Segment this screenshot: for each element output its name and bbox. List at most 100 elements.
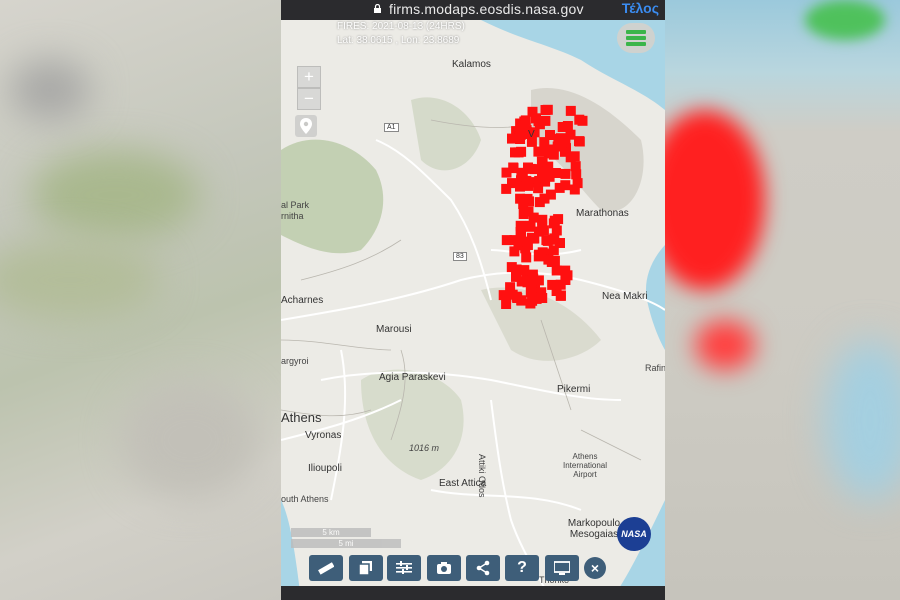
fire-detection-marker[interactable] — [509, 246, 520, 257]
fire-detection-marker[interactable] — [501, 299, 512, 309]
fire-detection-marker[interactable] — [540, 105, 551, 115]
camera-icon — [437, 562, 451, 574]
fire-detection-marker[interactable] — [536, 251, 547, 261]
fire-detection-marker[interactable] — [565, 152, 576, 163]
fire-detection-marker[interactable] — [507, 289, 518, 300]
place-label: rnitha — [281, 211, 304, 221]
fire-detection-marker[interactable] — [548, 245, 559, 256]
blur-blob — [120, 380, 260, 500]
layers-icon — [358, 561, 372, 576]
fire-detection-marker[interactable] — [540, 115, 551, 126]
close-toolbar-button[interactable]: × — [584, 557, 606, 579]
blur-blob — [805, 0, 885, 40]
blurred-background-left — [0, 0, 281, 600]
fire-detection-marker[interactable] — [570, 161, 581, 172]
location-pin-icon — [300, 118, 312, 134]
zoom-out-button[interactable]: − — [297, 88, 321, 110]
place-label: outh Athens — [281, 494, 329, 504]
fire-detection-marker[interactable] — [574, 136, 585, 147]
place-label: Vyronas — [305, 430, 342, 441]
fire-map[interactable]: FIRES: 2021-08-13 (24HRS) Lat: 38.0615 ,… — [281, 20, 665, 600]
blur-fire-blob — [695, 320, 755, 370]
fire-detections-layer — [498, 104, 588, 309]
fire-detection-marker[interactable] — [498, 290, 509, 301]
display-button[interactable] — [545, 555, 579, 581]
fire-detection-marker[interactable] — [548, 149, 559, 160]
place-label: Nea Makri — [602, 291, 648, 302]
fire-date-text: FIRES: 2021-08-13 (24HRS) — [337, 21, 465, 32]
place-label: Kalamos — [452, 59, 491, 70]
fire-detection-marker[interactable] — [569, 184, 580, 195]
layers-button[interactable] — [349, 555, 383, 581]
fire-detection-marker[interactable] — [527, 269, 538, 280]
fire-detection-marker[interactable] — [556, 138, 567, 149]
fire-detection-marker[interactable] — [522, 193, 533, 204]
fire-detection-marker[interactable] — [528, 212, 539, 223]
share-icon — [476, 560, 490, 576]
map-toolbar: ? × — [281, 555, 665, 583]
fire-detection-marker[interactable] — [526, 286, 536, 297]
blurred-background-right — [665, 0, 900, 600]
zoom-in-button[interactable]: + — [297, 66, 321, 88]
layers-toggle-icon — [626, 36, 646, 40]
blur-fire-blob — [665, 110, 765, 290]
fire-detection-marker[interactable] — [565, 105, 576, 116]
fire-detection-marker[interactable] — [507, 178, 517, 189]
fire-detection-marker[interactable] — [553, 214, 564, 225]
road-shield: 83 — [453, 252, 467, 261]
fire-detection-marker[interactable] — [515, 227, 526, 237]
display-icon — [554, 561, 570, 575]
fire-detection-marker[interactable] — [545, 189, 556, 200]
layers-toggle-button[interactable] — [617, 23, 655, 53]
fire-detection-marker[interactable] — [562, 121, 573, 131]
place-label: Pikermi — [557, 384, 591, 395]
fire-detection-marker[interactable] — [515, 130, 526, 140]
fire-detection-marker[interactable] — [546, 257, 557, 267]
fire-detection-marker[interactable] — [560, 275, 571, 285]
fire-detection-marker[interactable] — [507, 133, 517, 144]
fire-detection-marker[interactable] — [534, 226, 544, 237]
fire-detection-marker[interactable] — [542, 164, 553, 175]
blur-blob — [30, 150, 200, 240]
filters-button[interactable] — [387, 555, 421, 581]
fire-detection-marker[interactable] — [560, 168, 571, 179]
fire-detection-marker[interactable] — [501, 167, 512, 178]
fire-detection-marker[interactable] — [521, 252, 532, 263]
filters-icon — [396, 561, 412, 574]
peak-label: 1016 m — [409, 443, 440, 453]
fire-detection-marker[interactable] — [537, 214, 548, 225]
fire-readout: FIRES: 2021-08-13 (24HRS) Lat: 38.0615 ,… — [337, 20, 465, 48]
fire-detection-marker[interactable] — [527, 106, 538, 117]
help-button[interactable]: ? — [505, 555, 539, 581]
fire-detection-marker[interactable] — [511, 264, 522, 275]
share-button[interactable] — [466, 555, 500, 581]
fire-detection-marker[interactable] — [522, 240, 533, 250]
fire-detection-marker[interactable] — [574, 114, 585, 125]
location-button[interactable] — [295, 115, 317, 137]
fire-detection-marker[interactable] — [560, 180, 571, 191]
place-label: Ilioupoli — [308, 463, 342, 474]
browser-url-bar[interactable]: firms.modaps.eosdis.nasa.gov Τέλος — [281, 0, 665, 20]
blur-blob — [825, 340, 900, 500]
measure-button[interactable] — [309, 555, 343, 581]
done-button[interactable]: Τέλος — [622, 0, 659, 16]
fire-detection-marker[interactable] — [516, 167, 527, 178]
place-label: Marousi — [376, 324, 412, 335]
place-label: Agia Paraskevi — [379, 372, 446, 383]
scale-km: 5 km — [291, 528, 371, 537]
nasa-logo: NASA — [617, 517, 651, 551]
fire-detection-marker[interactable] — [534, 197, 545, 208]
fire-detection-marker[interactable] — [520, 115, 531, 126]
map-scale: 5 km 5 mi — [291, 528, 401, 548]
measure-icon — [318, 562, 334, 575]
browser-bottom-bar — [281, 586, 665, 600]
fire-detection-marker[interactable] — [542, 235, 553, 246]
phone-screen: firms.modaps.eosdis.nasa.gov Τέλος FIRES… — [281, 0, 665, 600]
lat-lon-text: Lat: 38.0615 , Lon: 23.8689 — [337, 35, 460, 46]
fire-detection-marker[interactable] — [527, 295, 538, 306]
place-label: Athens International Airport — [562, 452, 608, 479]
snapshot-button[interactable] — [427, 555, 461, 581]
place-label: Acharnes — [281, 295, 324, 306]
fire-detection-marker[interactable] — [510, 147, 520, 158]
place-label: Athens — [281, 410, 322, 425]
